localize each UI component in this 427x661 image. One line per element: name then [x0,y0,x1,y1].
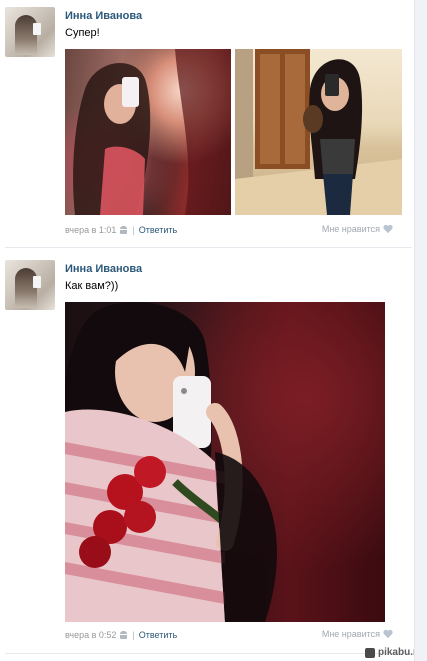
like-button[interactable]: Мне нравится [322,629,393,639]
post-divider [5,653,412,654]
comment-post: Инна Иванова Как вам?)) вчера в 0:52 | О… [0,256,412,656]
photo-figure [235,49,402,215]
author-name[interactable]: Инна Иванова [65,263,142,275]
pikabu-logo-icon [364,647,375,658]
photo-figure [65,302,277,622]
heart-icon [383,225,393,234]
comment-meta: вчера в 1:01 | Ответить [65,225,178,235]
comment-time[interactable]: вчера в 0:52 [65,630,116,640]
comment-meta: вчера в 0:52 | Ответить [65,630,178,640]
comments-page: Инна Иванова Супер! вчера в 1:01 | Ответ… [0,0,427,661]
like-button[interactable]: Мне нравится [322,224,393,234]
reply-link[interactable]: Ответить [139,630,177,640]
like-label: Мне нравится [321,629,380,639]
reply-link[interactable]: Ответить [139,225,177,235]
like-label: Мне нравится [321,224,380,234]
avatar[interactable] [5,260,55,310]
comment-time[interactable]: вчера в 1:01 [65,225,116,235]
attached-photo[interactable] [65,302,385,622]
comment-text: Супер! [65,27,100,39]
scrollbar[interactable] [414,0,427,661]
comment-post: Инна Иванова Супер! вчера в 1:01 | Ответ… [0,0,412,245]
android-icon [120,631,128,639]
author-name[interactable]: Инна Иванова [65,10,142,22]
attached-photo[interactable] [235,49,402,215]
photo-figure [73,49,231,215]
attached-photo[interactable] [65,49,231,215]
comment-text: Как вам?)) [65,280,119,292]
android-icon [120,226,128,234]
avatar[interactable] [5,7,55,57]
heart-icon [383,630,393,639]
post-divider [5,247,412,248]
